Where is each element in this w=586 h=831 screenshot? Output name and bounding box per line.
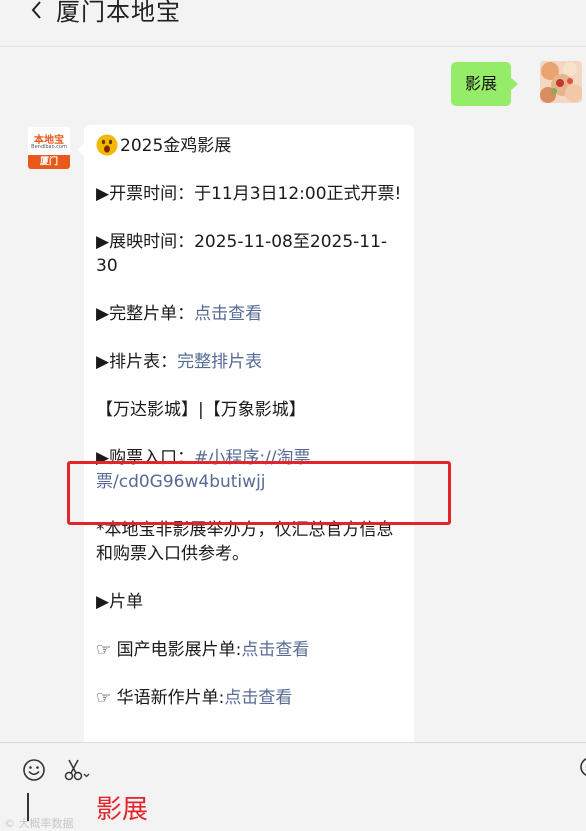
avatar-site-text: Bendibao.com xyxy=(31,144,67,150)
message-content: 2025金鸡影展 ▶开票时间：于11月3日12:00正式开票! ▶展映时间：20… xyxy=(96,134,402,734)
domestic-list-label: ☞ 国产电影展片单: xyxy=(96,640,242,660)
chinese-list-line: ☞ 华语新作片单:点击查看 xyxy=(96,686,402,710)
full-list-link[interactable]: 点击查看 xyxy=(194,304,262,324)
message-title-line: 2025金鸡影展 xyxy=(96,134,402,158)
films-heading: ▶片单 xyxy=(96,592,144,612)
emoji-icon[interactable] xyxy=(22,758,46,782)
chinese-list-label: ☞ 华语新作片单: xyxy=(96,688,225,708)
incoming-bubble: 2025金鸡影展 ▶开票时间：于11月3日12:00正式开票! ▶展映时间：20… xyxy=(77,125,414,742)
ticket-time: ▶开票时间：于11月3日12:00正式开票! xyxy=(96,184,402,204)
message-input[interactable]: 影展 xyxy=(96,789,148,826)
purchase-label: ▶购票入口： xyxy=(96,448,195,468)
screening-time: ▶展映时间：2025-11-08至2025-11-30 xyxy=(96,230,402,278)
cinema-wanda[interactable]: 【万达影城】 xyxy=(96,400,198,420)
user-avatar-image xyxy=(540,61,582,103)
outgoing-bubble[interactable]: 影展 xyxy=(450,62,519,106)
chinese-list-link[interactable]: 点击查看 xyxy=(224,688,292,708)
schedule-link[interactable]: 完整排片表 xyxy=(177,352,262,372)
chat-header: 厦门本地宝 xyxy=(0,0,586,47)
screening-time-label: ▶展映时间： xyxy=(96,232,195,252)
input-bar: 影展 © 大概率数据 xyxy=(0,742,586,831)
official-account-avatar[interactable]: 本地宝 Bendibao.com 厦门 xyxy=(28,127,70,169)
cinema-wanxiang[interactable]: 【万象影城】 xyxy=(204,400,306,420)
disclaimer: *本地宝非影展举办方，仅汇总官方信息和购票入口供参考。 xyxy=(96,520,394,564)
outgoing-message: 影展 xyxy=(0,61,586,107)
purchase-line: ▶购票入口：#小程序://淘票票/cd0G96w4butiwjj xyxy=(96,446,402,494)
surprised-face-emoji-icon xyxy=(96,134,118,156)
watermark: © 大概率数据 xyxy=(4,817,74,830)
avatar-city-label: 厦门 xyxy=(28,155,70,169)
full-list-label: ▶完整片单： xyxy=(96,304,195,324)
bubble-tail xyxy=(77,143,85,157)
chat-title: 厦门本地宝 xyxy=(56,0,181,26)
more-options-icon[interactable] xyxy=(578,755,586,779)
back-arrow-icon[interactable] xyxy=(27,0,47,22)
message-title: 2025金鸡影展 xyxy=(120,136,232,156)
cinema-line: 【万达影城】|【万象影城】 xyxy=(96,398,402,422)
chat-window: 厦门本地宝 影展 本地宝 Bendibao.com 厦门 2025金鸡影展 ▶开… xyxy=(0,0,586,831)
domestic-list-link[interactable]: 点击查看 xyxy=(241,640,309,660)
full-list-line: ▶完整片单：点击查看 xyxy=(96,302,402,326)
message-list[interactable]: 影展 本地宝 Bendibao.com 厦门 2025金鸡影展 ▶开票时间：于1… xyxy=(0,47,586,742)
screenshot-scissors-icon[interactable] xyxy=(63,757,91,783)
user-avatar[interactable] xyxy=(540,61,582,103)
schedule-line: ▶排片表：完整排片表 xyxy=(96,350,402,374)
domestic-list-line: ☞ 国产电影展片单:点击查看 xyxy=(96,638,402,662)
schedule-label: ▶排片表： xyxy=(96,352,178,372)
